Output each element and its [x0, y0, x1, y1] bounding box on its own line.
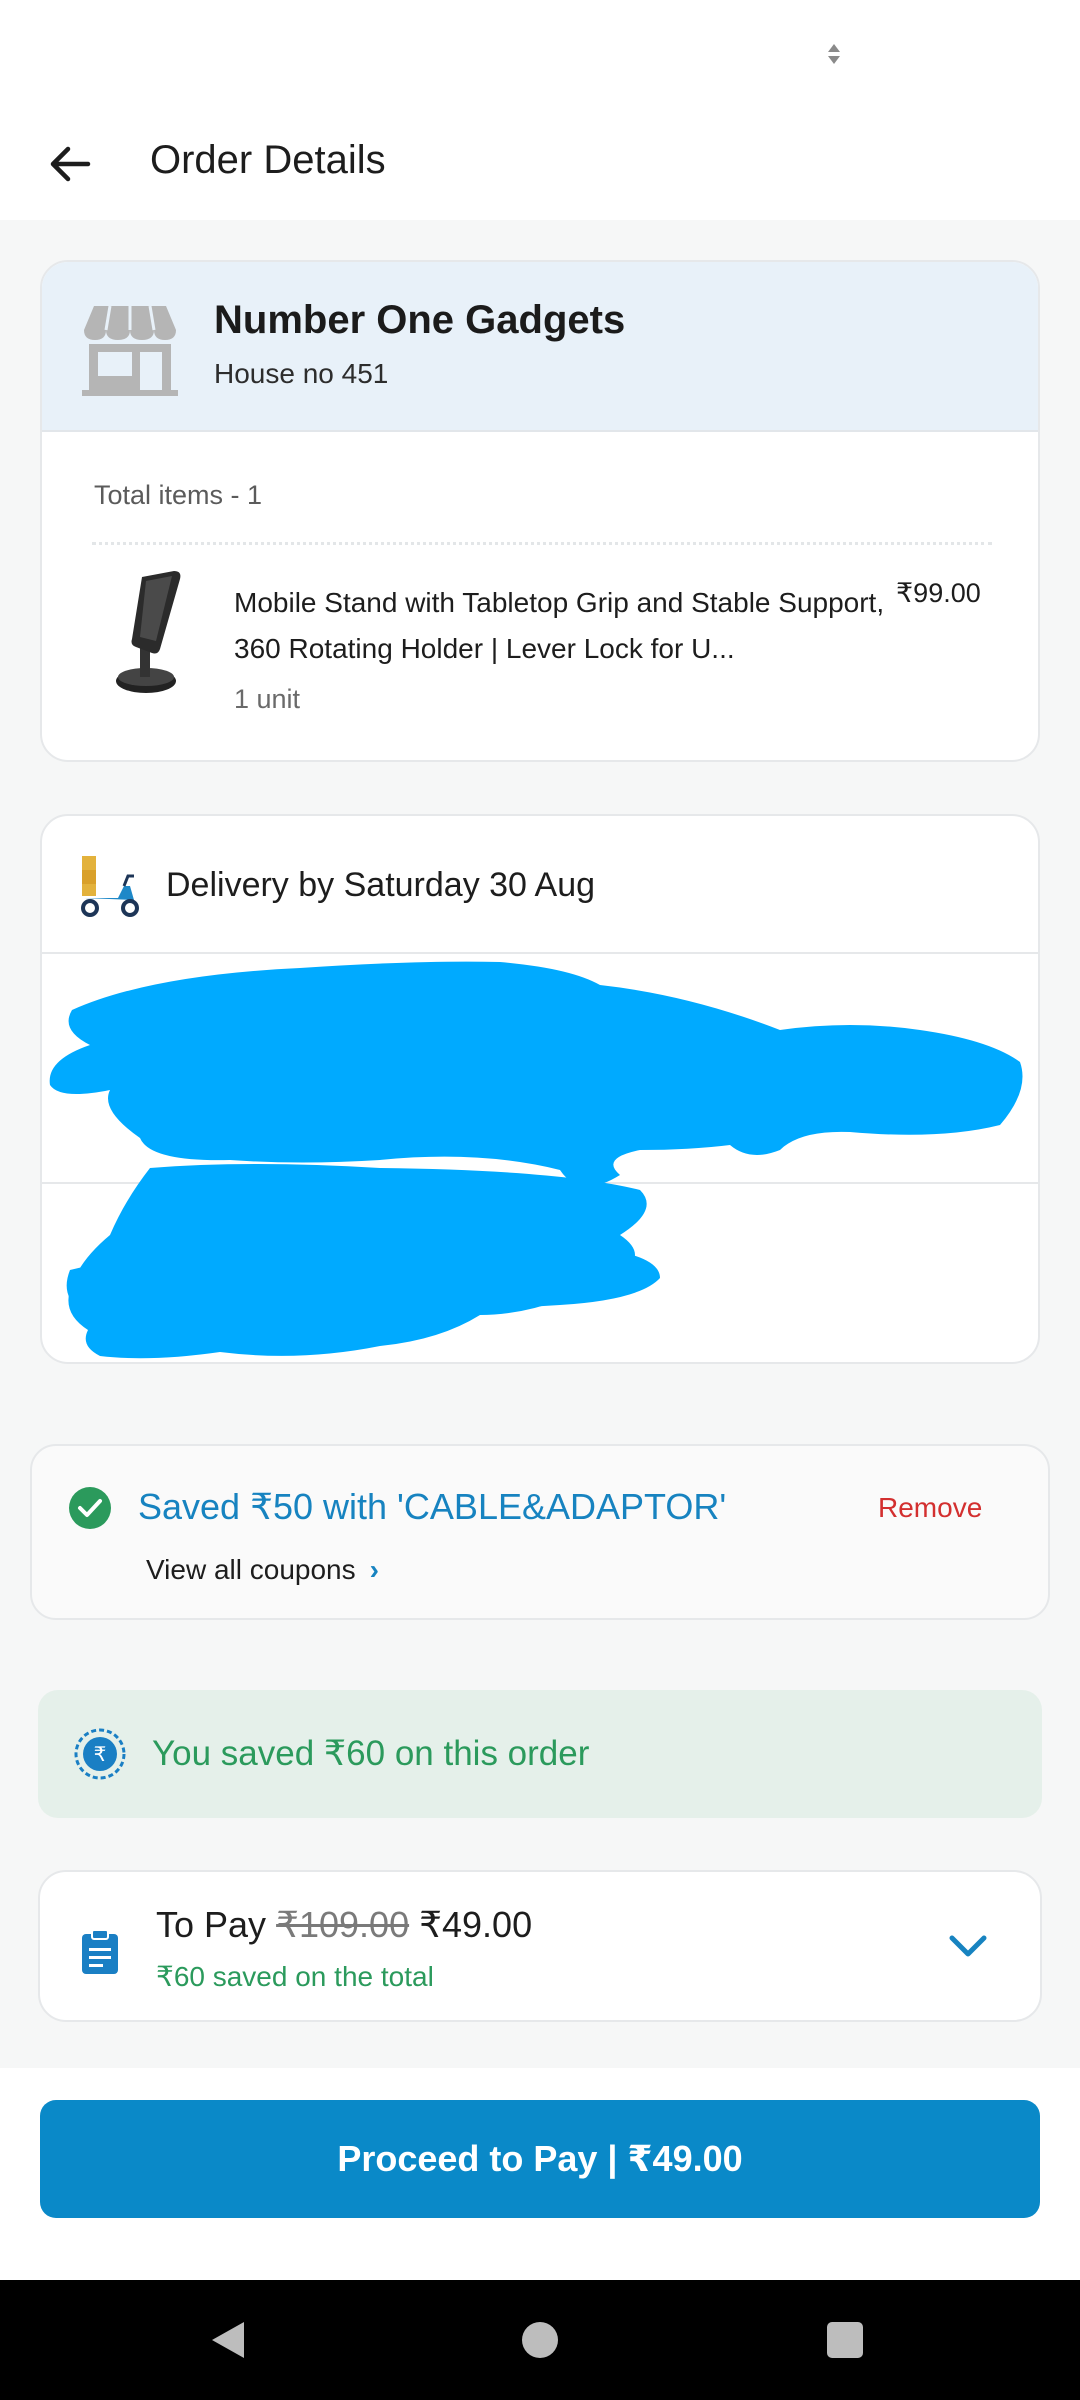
system-navigation-bar [0, 2280, 1080, 2400]
sort-indicator-icon [828, 44, 840, 64]
store-card: Number One Gadgets House no 451 Total it… [40, 260, 1040, 762]
store-address: House no 451 [214, 358, 389, 389]
app-header: Order Details [0, 110, 1080, 220]
coupon-applied-text: Saved ₹50 with 'CABLE&ADAPTOR' [138, 1486, 727, 1527]
view-all-coupons-link[interactable]: View all coupons › [146, 1554, 379, 1586]
store-name: Number One Gadgets [214, 298, 626, 342]
svg-text:₹: ₹ [94, 1742, 107, 1766]
product-name: Mobile Stand with Tabletop Grip and Stab… [234, 587, 885, 664]
chevron-down-icon[interactable] [946, 1930, 990, 1960]
storefront-icon [82, 305, 178, 396]
nav-home-icon[interactable] [522, 2322, 558, 2358]
nav-recents-icon[interactable] [827, 2322, 863, 2358]
delivery-scooter-icon [81, 856, 139, 917]
payment-summary-card[interactable]: To Pay ₹109.00 ₹49.00 ₹60 saved on the t… [38, 1870, 1042, 2022]
delivery-card: Delivery by Saturday 30 Aug [40, 814, 1040, 1364]
to-pay-line: To Pay ₹109.00 ₹49.00 [156, 1904, 533, 1945]
back-button[interactable] [40, 134, 100, 194]
page-title: Order Details [150, 138, 386, 182]
clipboard-icon [82, 1929, 118, 1974]
savings-text: You saved ₹60 on this order [152, 1734, 590, 1773]
item-divider [92, 542, 992, 545]
check-circle-icon [69, 1487, 111, 1529]
status-bar [0, 0, 1080, 110]
total-items-label: Total items - 1 [94, 480, 263, 510]
delivery-date: Saturday 30 Aug [343, 866, 596, 904]
remove-coupon-button[interactable]: Remove [878, 1492, 982, 1524]
divider [42, 1182, 1038, 1184]
divider [42, 952, 1038, 954]
coupon-card: Saved ₹50 with 'CABLE&ADAPTOR' Remove Vi… [30, 1444, 1050, 1620]
store-header: Number One Gadgets House no 451 [42, 262, 1038, 432]
bottom-action-bar: Proceed to Pay | ₹49.00 [0, 2068, 1080, 2280]
nav-back-icon[interactable] [208, 2320, 248, 2360]
original-price: ₹109.00 [276, 1904, 410, 1945]
arrow-left-icon [50, 146, 91, 182]
final-price: ₹49.00 [419, 1904, 533, 1945]
proceed-to-pay-button[interactable]: Proceed to Pay | ₹49.00 [40, 2100, 1040, 2218]
savings-banner: ₹ You saved ₹60 on this order [38, 1690, 1042, 1818]
product-price: ₹99.00 [896, 578, 981, 608]
product-thumbnail [116, 571, 181, 693]
rupee-savings-icon: ₹ [74, 1728, 126, 1780]
chevron-right-icon: › [369, 1554, 379, 1585]
delivery-date-text: Delivery by Saturday 30 Aug [166, 866, 596, 904]
total-saved-text: ₹60 saved on the total [156, 1961, 434, 1992]
product-quantity: 1 unit [234, 684, 301, 714]
